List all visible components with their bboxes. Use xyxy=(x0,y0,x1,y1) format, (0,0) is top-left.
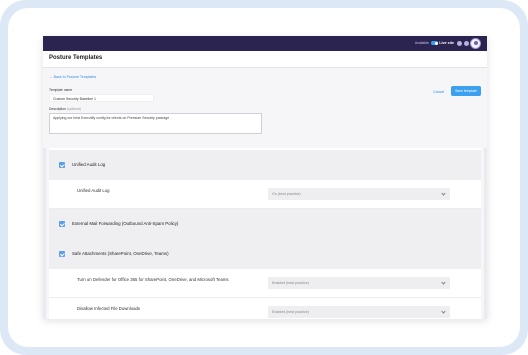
setting-label: Disallow Infected File Downloads xyxy=(77,306,141,311)
section-header-safe-attachments: Safe Attachments (SharePoint, OneDrive, … xyxy=(49,239,481,269)
setting-select[interactable]: Enabled (best practice) xyxy=(268,277,450,289)
app-window: Available Live site Posture Templates ← … xyxy=(43,36,487,319)
top-navigation-bar: Available Live site xyxy=(43,36,487,51)
setting-select[interactable]: Enabled (best practice) xyxy=(268,306,450,318)
description-label: Description (optional) xyxy=(49,107,81,111)
description-label-text: Description xyxy=(49,107,66,111)
template-name-input[interactable]: Custom Security Baseline 1 xyxy=(49,94,154,102)
optional-hint: (optional) xyxy=(66,107,82,111)
panel-left-edge xyxy=(43,148,46,319)
setting-select[interactable]: On (best practice) xyxy=(268,188,450,200)
checkbox-checked-icon[interactable] xyxy=(59,251,65,257)
page-title: Posture Templates xyxy=(49,55,103,61)
panel-right-edge xyxy=(484,148,487,319)
live-site-label: Live site xyxy=(439,41,454,45)
checkbox-checked-icon[interactable] xyxy=(59,162,65,168)
bell-icon[interactable] xyxy=(457,41,462,46)
section-title: Safe Attachments (SharePoint, OneDrive, … xyxy=(72,251,169,256)
setting-label: Unified Audit Log xyxy=(77,188,110,193)
section-title: External Mail Forwarding (Outbound Anti-… xyxy=(72,221,179,226)
main-content: ← Back to Posture Templates Template nam… xyxy=(43,68,487,319)
page-header: Posture Templates xyxy=(43,51,487,68)
description-textarea[interactable]: Applying our best Executify config for c… xyxy=(49,113,262,134)
checkbox-checked-icon[interactable] xyxy=(59,221,65,227)
setting-row-disallow-infected: Disallow Infected File Downloads Enabled… xyxy=(49,298,481,319)
section-title: Unified Audit Log xyxy=(72,162,106,167)
setting-label: Turn on Defender for Office 365 for Shar… xyxy=(77,277,229,282)
template-name-label: Template name xyxy=(49,88,73,92)
section-header-external-mail-forwarding: External Mail Forwarding (Outbound Anti-… xyxy=(49,209,481,239)
back-link[interactable]: ← Back to Posture Templates xyxy=(49,75,96,79)
save-template-button[interactable]: Save template xyxy=(451,86,481,96)
setting-row-defender: Turn on Defender for Office 365 for Shar… xyxy=(49,269,481,298)
section-header-unified-audit-log: Unified Audit Log xyxy=(49,150,481,180)
availability-label: Available xyxy=(414,41,429,45)
toggle-switch-icon[interactable] xyxy=(431,41,438,45)
cancel-button[interactable]: Cancel xyxy=(433,90,444,94)
setting-row-unified-audit-log: Unified Audit Log On (best practice) xyxy=(49,180,481,209)
user-avatar-icon[interactable] xyxy=(470,38,481,49)
help-icon[interactable] xyxy=(464,41,469,46)
